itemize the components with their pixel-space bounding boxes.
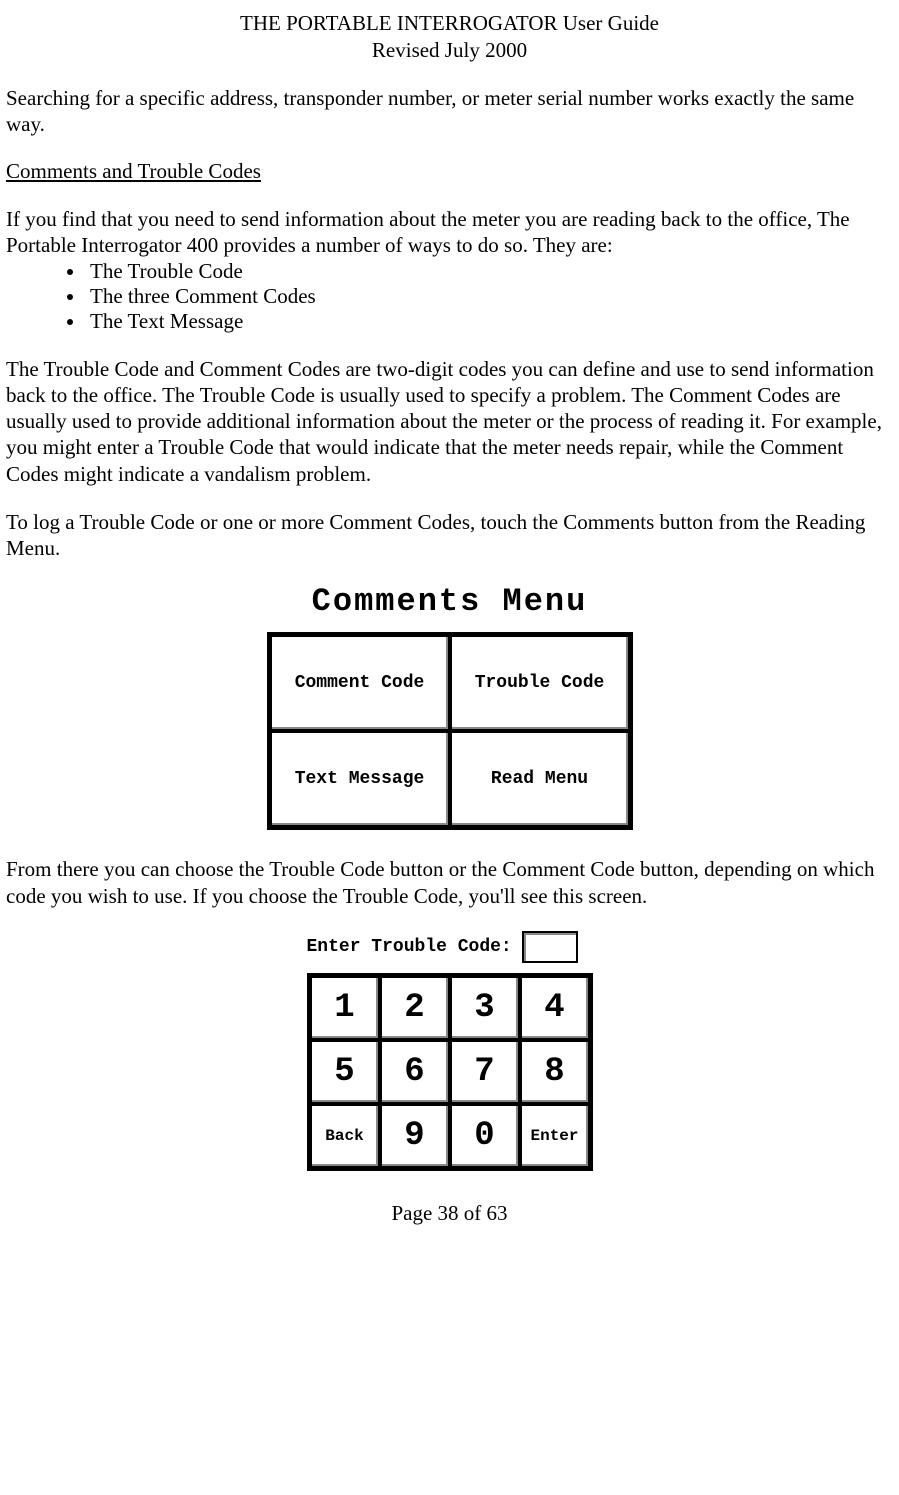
text-message-button[interactable]: Text Message — [270, 731, 450, 827]
intro-paragraph: Searching for a specific address, transp… — [6, 85, 893, 138]
key-6[interactable]: 6 — [380, 1040, 450, 1104]
trouble-code-button[interactable]: Trouble Code — [450, 635, 630, 731]
bullet-item: The Trouble Code — [86, 259, 893, 284]
key-7[interactable]: 7 — [450, 1040, 520, 1104]
doc-title: THE PORTABLE INTERROGATOR User Guide — [6, 10, 893, 37]
comments-menu-title: Comments Menu — [267, 583, 633, 620]
comment-code-button[interactable]: Comment Code — [270, 635, 450, 731]
page-header: THE PORTABLE INTERROGATOR User Guide Rev… — [6, 10, 893, 65]
trouble-code-figure: Enter Trouble Code: 1 2 3 4 5 6 7 8 Back… — [6, 931, 893, 1171]
bullet-list: The Trouble Code The three Comment Codes… — [6, 259, 893, 334]
trouble-code-keypad: 1 2 3 4 5 6 7 8 Back 9 0 Enter — [307, 973, 593, 1171]
comments-menu-figure: Comments Menu Comment Code Trouble Code … — [6, 583, 893, 830]
key-4[interactable]: 4 — [520, 976, 590, 1040]
key-5[interactable]: 5 — [310, 1040, 380, 1104]
page-footer: Page 38 of 63 — [6, 1201, 893, 1226]
trouble-code-prompt: Enter Trouble Code: — [307, 937, 512, 957]
paragraph-3: To log a Trouble Code or one or more Com… — [6, 509, 893, 562]
paragraph-1: If you find that you need to send inform… — [6, 206, 893, 259]
trouble-code-prompt-row: Enter Trouble Code: — [307, 931, 593, 963]
key-8[interactable]: 8 — [520, 1040, 590, 1104]
comments-menu-grid: Comment Code Trouble Code Text Message R… — [267, 632, 633, 830]
key-2[interactable]: 2 — [380, 976, 450, 1040]
trouble-code-input[interactable] — [522, 931, 578, 963]
key-9[interactable]: 9 — [380, 1104, 450, 1168]
paragraph-2: The Trouble Code and Comment Codes are t… — [6, 356, 893, 487]
read-menu-button[interactable]: Read Menu — [450, 731, 630, 827]
doc-revised: Revised July 2000 — [6, 37, 893, 64]
paragraph-4: From there you can choose the Trouble Co… — [6, 856, 893, 909]
key-3[interactable]: 3 — [450, 976, 520, 1040]
bullet-item: The Text Message — [86, 309, 893, 334]
key-enter[interactable]: Enter — [520, 1104, 590, 1168]
key-back[interactable]: Back — [310, 1104, 380, 1168]
key-1[interactable]: 1 — [310, 976, 380, 1040]
key-0[interactable]: 0 — [450, 1104, 520, 1168]
section-title: Comments and Trouble Codes — [6, 159, 893, 184]
bullet-item: The three Comment Codes — [86, 284, 893, 309]
